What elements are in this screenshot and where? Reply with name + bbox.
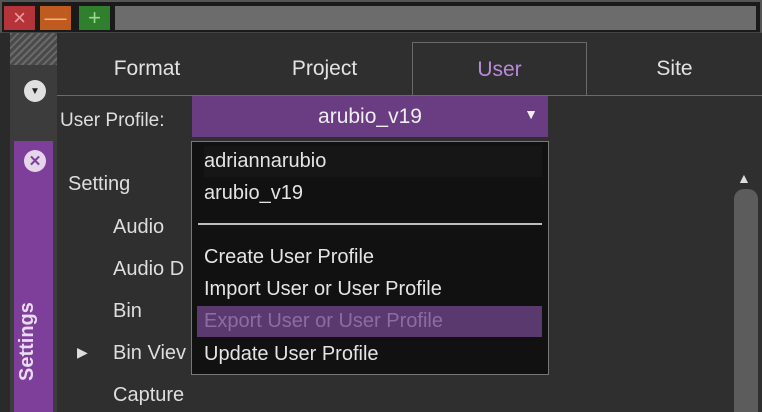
dropdown-divider (198, 223, 542, 225)
title-strip (115, 6, 756, 30)
dropdown-profile-adriannarubio[interactable]: adriannarubio (204, 146, 542, 177)
scroll-up-arrow-icon[interactable]: ▲ (737, 170, 751, 186)
user-profile-value: arubio_v19 (318, 104, 422, 128)
title-bar: × — + (0, 0, 762, 33)
close-panel-icon[interactable]: ✕ (24, 150, 46, 172)
chevron-down-icon[interactable]: ▼ (24, 80, 46, 102)
tab-user[interactable]: User (412, 42, 587, 96)
settings-vertical-label: Settings (16, 302, 38, 381)
settings-item-bin[interactable]: Bin (113, 294, 142, 328)
update-user-profile-item[interactable]: Update User Profile (204, 339, 542, 370)
user-profile-dropdown: adriannarubio arubio_v19 Create User Pro… (191, 141, 549, 375)
create-user-profile-item[interactable]: Create User Profile (204, 242, 542, 273)
settings-item-bin-view[interactable]: Bin Viev (113, 336, 186, 370)
settings-item-audio[interactable]: Audio (113, 210, 164, 244)
settings-item-capture[interactable]: Capture (113, 378, 184, 412)
dropdown-caret-icon: ▼ (524, 106, 538, 122)
expand-arrow-icon[interactable]: ▶ (77, 344, 88, 361)
settings-list-header: Setting (68, 173, 131, 195)
import-user-profile-item[interactable]: Import User or User Profile (204, 274, 542, 305)
drag-handle[interactable] (10, 33, 57, 65)
user-profile-label: User Profile: (60, 110, 165, 131)
minimize-icon: — (44, 5, 67, 30)
maximize-icon: + (88, 5, 101, 30)
minimize-window-button[interactable]: — (40, 6, 71, 30)
tab-project[interactable]: Project (237, 42, 412, 96)
vertical-scrollbar[interactable] (734, 189, 758, 412)
dropdown-profile-arubio-v19[interactable]: arubio_v19 (204, 178, 542, 209)
export-user-profile-item[interactable]: Export User or User Profile (197, 306, 542, 337)
tab-site[interactable]: Site (587, 42, 762, 96)
settings-panel-tab[interactable]: ✕ Settings (14, 141, 53, 412)
settings-item-audio-d[interactable]: Audio D (113, 252, 184, 286)
close-icon: × (13, 5, 26, 30)
user-profile-select[interactable]: arubio_v19 ▼ (192, 96, 548, 137)
left-sidebar: ▼ ✕ Settings (10, 33, 57, 412)
tab-bar: Format Project User Site (57, 33, 762, 96)
tab-format[interactable]: Format (57, 42, 237, 96)
maximize-window-button[interactable]: + (79, 6, 110, 30)
close-window-button[interactable]: × (4, 6, 35, 30)
